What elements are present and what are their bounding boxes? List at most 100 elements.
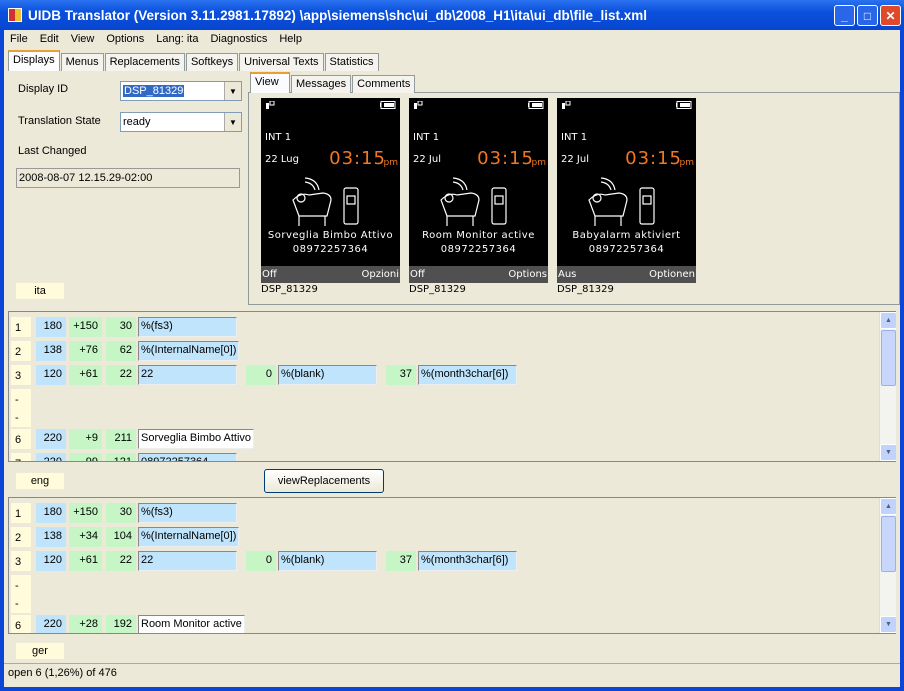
- left-softkey: Aus: [558, 269, 577, 280]
- row-number: -: [11, 389, 31, 409]
- right-softkey: Opzioni: [361, 269, 399, 280]
- phone-pm: pm: [679, 158, 694, 168]
- scroll-thumb[interactable]: [881, 516, 896, 572]
- tab-softkeys[interactable]: Softkeys: [185, 53, 239, 71]
- maximize-button[interactable]: □: [857, 5, 878, 26]
- last-changed-field: 2008-08-07 12.15.29-02:00: [16, 168, 240, 188]
- phone-time: 03:15: [625, 148, 682, 169]
- menu-options[interactable]: Options: [106, 33, 144, 45]
- text-field[interactable]: %(month3char[6]): [418, 551, 517, 571]
- tab-menus[interactable]: Menus: [60, 53, 104, 71]
- app-icon: [8, 8, 22, 22]
- tab-view[interactable]: View: [250, 72, 290, 93]
- minimize-button[interactable]: _: [834, 5, 855, 26]
- tab-messages[interactable]: Messages: [291, 75, 352, 93]
- chevron-down-icon[interactable]: ▼: [224, 82, 241, 100]
- text-field[interactable]: %(fs3): [138, 503, 237, 523]
- grid-row: 3 120 +61 22 22 0 %(blank) 37 %(month3char…: [11, 365, 517, 385]
- offset-value: +34: [69, 527, 102, 547]
- right-softkey: Optionen: [649, 269, 695, 280]
- row-number: 6: [11, 615, 31, 633]
- grid-row: 3 120 +61 22 22 0 %(blank) 37 %(month3char…: [11, 551, 517, 571]
- ita-grid: 7220 -99 121 08972257364 6220 +9 211 Sorv…: [8, 311, 896, 462]
- row-number: 3: [11, 551, 31, 571]
- phone-display-id: DSP_81329: [557, 284, 614, 295]
- phone-time: 03:15: [477, 148, 534, 169]
- tab-universal-texts[interactable]: Universal Texts: [239, 53, 324, 71]
- menu-lang[interactable]: Lang: ita: [156, 33, 198, 45]
- width-value: 0: [246, 365, 276, 385]
- view-replacements-button[interactable]: viewReplacements: [264, 469, 384, 493]
- y-value: 120: [36, 551, 66, 571]
- chevron-down-icon[interactable]: ▼: [224, 113, 241, 131]
- menu-view[interactable]: View: [71, 33, 95, 45]
- phone-number: 08972257364: [440, 244, 517, 255]
- close-button[interactable]: ✕: [880, 5, 901, 26]
- text-field[interactable]: 08972257364: [138, 453, 237, 461]
- battery-icon: [380, 101, 396, 109]
- menu-bar: File Edit View Options Lang: ita Diagnos…: [4, 30, 314, 48]
- width-value: 30: [106, 317, 136, 337]
- display-id-combo[interactable]: DSP_81329 ▼: [120, 81, 242, 101]
- phone-display-id: DSP_81329: [261, 284, 318, 295]
- battery-icon: [528, 101, 544, 109]
- main-tabs: Displays Menus Replacements Softkeys Uni…: [8, 50, 380, 71]
- lang-label-eng: eng: [16, 473, 64, 489]
- phone-preview: INT 1 22 Jul 03:15 pm Babyalarm aktivier…: [557, 98, 696, 283]
- menu-help[interactable]: Help: [279, 33, 302, 45]
- baby-monitor-icon: [588, 177, 655, 226]
- menu-diagnostics[interactable]: Diagnostics: [210, 33, 267, 45]
- text-field[interactable]: Sorveglia Bimbo Attivo: [138, 429, 255, 449]
- text-field[interactable]: %(month3char[6]): [418, 365, 517, 385]
- scroll-up-icon[interactable]: ▲: [880, 312, 896, 329]
- tab-comments[interactable]: Comments: [352, 75, 416, 93]
- phone-message: Room Monitor active: [422, 230, 535, 241]
- scroll-down-icon[interactable]: ▼: [880, 616, 896, 633]
- translation-state-value[interactable]: ready: [121, 116, 224, 128]
- phone-display-id: DSP_81329: [409, 284, 466, 295]
- text-field[interactable]: 22: [138, 365, 237, 385]
- row-number: 7: [11, 453, 31, 461]
- grid-row: 1 180 +150 30 %(fs3): [11, 317, 237, 337]
- vertical-scrollbar[interactable]: ▲ ▼: [879, 312, 896, 461]
- translation-state-combo[interactable]: ready ▼: [120, 112, 242, 132]
- softkey-bar: Off Opzioni: [261, 266, 400, 283]
- text-field[interactable]: %(fs3): [138, 317, 237, 337]
- vertical-scrollbar[interactable]: ▲ ▼: [879, 498, 896, 633]
- tab-statistics[interactable]: Statistics: [324, 53, 379, 71]
- display-id-value[interactable]: DSP_81329: [123, 85, 185, 97]
- y-value: 180: [36, 503, 66, 523]
- scroll-down-icon[interactable]: ▼: [880, 444, 896, 461]
- text-field[interactable]: Room Monitor active: [138, 615, 245, 633]
- tab-replacements[interactable]: Replacements: [104, 53, 185, 71]
- phone-int-label: INT 1: [561, 132, 588, 143]
- phone-pm: pm: [531, 158, 546, 168]
- menu-edit[interactable]: Edit: [40, 33, 59, 45]
- phone-preview: INT 1 22 Jul 03:15 pm Room Monitor activ…: [409, 98, 548, 283]
- tab-displays[interactable]: Displays: [8, 50, 60, 71]
- width-value: 192: [106, 615, 136, 633]
- scroll-up-icon[interactable]: ▲: [880, 498, 896, 515]
- text-field[interactable]: %(InternalName[0]): [138, 527, 240, 547]
- signal-icon: [562, 101, 571, 109]
- row-number: 1: [11, 317, 31, 337]
- grid-row: 6 220 +9 211 Sorveglia Bimbo Attivo: [11, 429, 255, 449]
- text-field[interactable]: 22: [138, 551, 237, 571]
- phone-date: 22 Jul: [413, 154, 441, 165]
- text-field[interactable]: %(blank): [278, 365, 377, 385]
- view-tabs: View Messages Comments: [250, 72, 416, 93]
- left-softkey: Off: [410, 269, 425, 280]
- scroll-thumb[interactable]: [881, 330, 896, 386]
- phone-time: 03:15: [329, 148, 386, 169]
- menu-file[interactable]: File: [10, 33, 28, 45]
- battery-icon: [676, 101, 692, 109]
- text-field[interactable]: %(blank): [278, 551, 377, 571]
- text-field[interactable]: %(InternalName[0]): [138, 341, 240, 361]
- width-value: 0: [246, 551, 276, 571]
- left-softkey: Off: [262, 269, 277, 280]
- row-number: -: [11, 407, 31, 427]
- width-value: 104: [106, 527, 136, 547]
- translation-state-label: Translation State: [18, 115, 101, 127]
- grid-row: -: [11, 407, 36, 427]
- grid-row: 7 220 -99 121 08972257364: [11, 453, 237, 461]
